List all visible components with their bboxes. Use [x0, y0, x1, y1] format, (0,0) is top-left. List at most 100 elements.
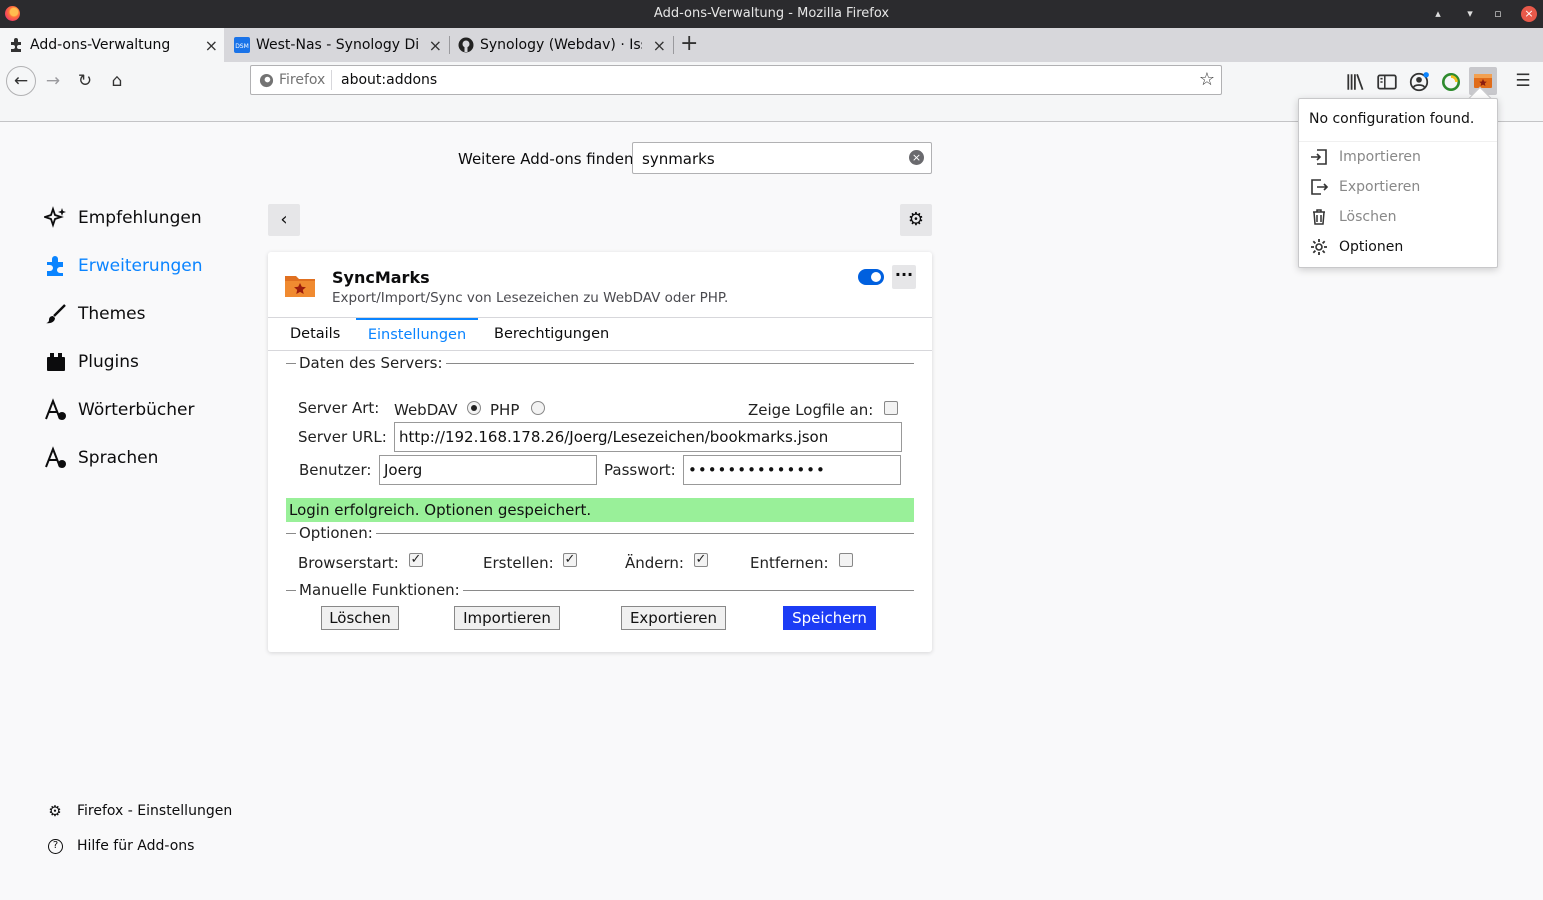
syncmarks-popup: No configuration found. Importieren Expo… [1298, 98, 1498, 268]
tab-details[interactable]: Details [290, 318, 340, 350]
delete-button[interactable]: Löschen [321, 606, 399, 630]
addon-enabled-toggle[interactable] [858, 269, 884, 285]
url-text[interactable]: about:addons [341, 72, 437, 88]
dsm-icon: DSM [234, 37, 250, 53]
sync-extension-icon[interactable] [1440, 71, 1462, 93]
user-input[interactable]: Joerg [379, 455, 597, 485]
syncmarks-addon-icon [285, 276, 315, 297]
account-icon[interactable] [1408, 71, 1430, 93]
change-checkbox[interactable]: ✓ [694, 553, 708, 567]
puzzle-icon [47, 256, 63, 276]
category-label: Plugins [78, 352, 139, 372]
server-url-label: Server URL: [298, 428, 387, 446]
category-plugins[interactable]: Plugins [44, 347, 139, 377]
gear-icon: ⚙ [48, 802, 62, 820]
addons-tools-gear-button[interactable]: ⚙ [900, 204, 932, 236]
manual-legend: Manuelle Funktionen: [296, 581, 463, 599]
server-legend: Daten des Servers: [296, 354, 446, 372]
import-icon [1311, 149, 1327, 165]
popup-import-item[interactable]: Importieren [1309, 145, 1421, 169]
tab-permissions[interactable]: Berechtigungen [494, 318, 609, 350]
tab-separator [673, 36, 674, 54]
webdav-radio[interactable] [467, 401, 481, 415]
category-themes[interactable]: Themes [44, 299, 146, 329]
back-to-list-button[interactable]: ‹ [268, 204, 300, 236]
new-tab-button[interactable]: + [680, 31, 698, 56]
language-icon [45, 446, 66, 468]
popup-options-item[interactable]: Optionen [1309, 235, 1403, 259]
window-titlebar: Add-ons-Verwaltung - Mozilla Firefox ▴ ▾… [0, 0, 1543, 28]
remove-checkbox[interactable] [839, 553, 853, 567]
window-close-button[interactable]: × [1521, 6, 1537, 22]
category-extensions[interactable]: Erweiterungen [44, 251, 203, 281]
tab-west-nas[interactable]: DSM West-Nas - Synology Disk × [226, 28, 448, 62]
home-button[interactable]: ⌂ [106, 70, 128, 92]
tab-close-icon[interactable]: × [205, 36, 218, 55]
export-button[interactable]: Exportieren [621, 606, 726, 630]
tab-label: Synology (Webdav) · Issu [480, 37, 642, 53]
forward-button[interactable]: → [42, 70, 64, 92]
addons-help-link[interactable]: ? Hilfe für Add-ons [46, 838, 194, 854]
server-url-input[interactable]: http://192.168.178.26/Joerg/Lesezeichen/… [394, 422, 902, 452]
save-button[interactable]: Speichern [783, 606, 876, 630]
tab-close-icon[interactable]: × [429, 36, 442, 55]
url-bar[interactable]: Firefox about:addons ☆ [250, 65, 1222, 95]
firefox-settings-link[interactable]: ⚙ Firefox - Einstellungen [46, 802, 232, 820]
bookmark-star-icon[interactable]: ☆ [1199, 69, 1215, 90]
logfile-checkbox[interactable] [884, 401, 898, 415]
window-title: Add-ons-Verwaltung - Mozilla Firefox [653, 6, 890, 21]
category-label: Sprachen [78, 448, 159, 468]
dictionary-icon [45, 398, 66, 420]
webdav-label: WebDAV [394, 401, 458, 419]
create-checkbox[interactable]: ✓ [563, 553, 577, 567]
tab-addons-manager[interactable]: Add-ons-Verwaltung × [0, 28, 224, 62]
change-label: Ändern: [625, 554, 684, 572]
find-addons-value: synmarks [642, 150, 715, 168]
syncmarks-icon [1474, 74, 1492, 88]
back-button[interactable]: ← [6, 66, 36, 96]
puzzle-icon [11, 38, 21, 52]
popup-export-item[interactable]: Exportieren [1309, 175, 1420, 199]
tab-label: West-Nas - Synology Disk [256, 37, 418, 53]
status-message: Login erfolgreich. Optionen gespeichert. [286, 498, 914, 522]
gear-icon [1311, 239, 1327, 255]
window-maximize-button[interactable]: ▾ [1462, 6, 1478, 22]
url-separator [331, 70, 332, 90]
php-radio[interactable] [531, 401, 545, 415]
category-label: Wörterbücher [78, 400, 195, 420]
category-label: Erweiterungen [78, 256, 203, 276]
library-icon[interactable] [1345, 71, 1367, 93]
import-button[interactable]: Importieren [454, 606, 560, 630]
find-addons-input[interactable]: synmarks × [632, 142, 932, 174]
browserstart-checkbox[interactable]: ✓ [409, 553, 423, 567]
password-input[interactable]: •••••••••••••• [683, 455, 901, 485]
svg-text:DSM: DSM [235, 43, 249, 50]
category-recommendations[interactable]: Empfehlungen [44, 203, 202, 233]
brush-icon [46, 304, 66, 324]
identity-box[interactable]: Firefox [259, 72, 325, 88]
tab-close-icon[interactable]: × [653, 36, 666, 55]
category-languages[interactable]: Sprachen [44, 443, 158, 473]
window-minimize-button[interactable]: ▴ [1430, 6, 1446, 22]
browserstart-label: Browserstart: [298, 554, 399, 572]
reload-button[interactable]: ↻ [74, 70, 96, 92]
addon-more-options-button[interactable]: ··· [892, 265, 916, 289]
help-icon: ? [48, 838, 63, 854]
php-label: PHP [490, 401, 520, 419]
plugin-icon [47, 353, 65, 371]
category-dictionaries[interactable]: Wörterbücher [44, 395, 194, 425]
clear-search-icon[interactable]: × [909, 150, 924, 165]
password-label: Passwort: [604, 461, 676, 479]
tab-label: Add-ons-Verwaltung [30, 37, 171, 53]
sparkle-icon [44, 206, 66, 228]
popup-delete-item[interactable]: Löschen [1309, 205, 1396, 229]
export-icon [1311, 179, 1329, 195]
tab-settings[interactable]: Einstellungen [356, 318, 478, 350]
sidebar-icon[interactable] [1376, 71, 1398, 93]
app-menu-button[interactable]: ☰ [1512, 70, 1534, 92]
tab-github-issue[interactable]: Synology (Webdav) · Issu × [450, 28, 672, 62]
fieldset-border [286, 533, 914, 534]
window-restore-button[interactable]: ▫ [1490, 6, 1506, 22]
addon-detail-tabs: Details Einstellungen Berechtigungen [268, 317, 932, 351]
navigation-bar: ← → ↻ ⌂ Firefox about:addons ☆ ☰ [0, 62, 1543, 100]
